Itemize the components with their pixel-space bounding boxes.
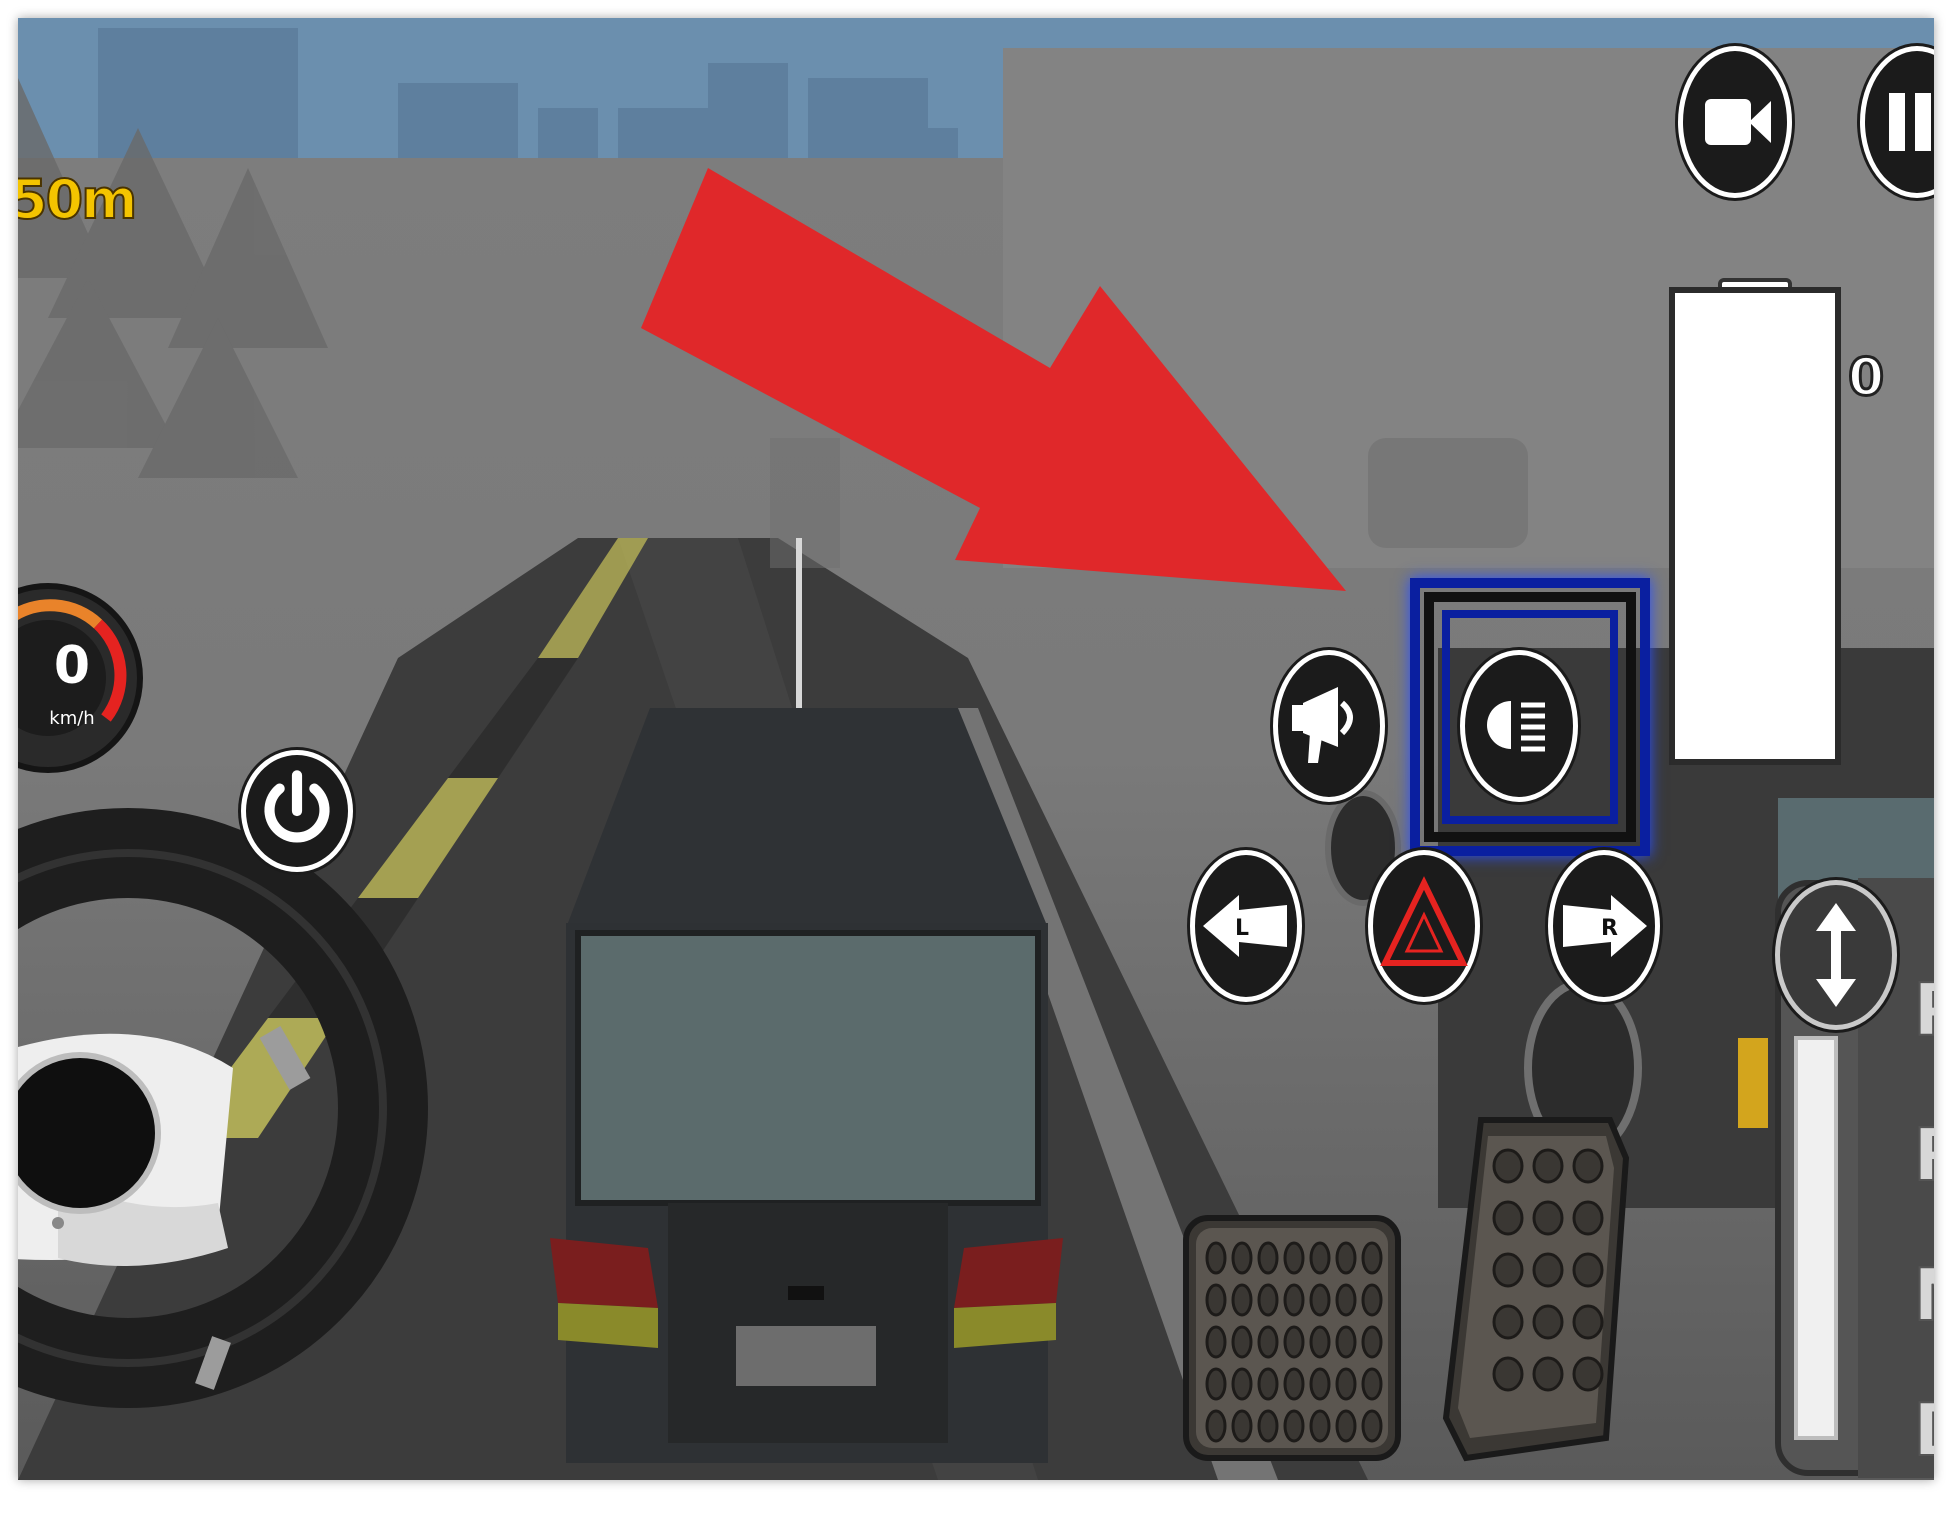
- camera-button[interactable]: [1678, 46, 1792, 198]
- camera-icon: [1705, 99, 1771, 145]
- pause-icon: [1889, 93, 1931, 151]
- hazard-triangle-icon: [1380, 876, 1468, 966]
- gear-d[interactable]: D: [1912, 1387, 1934, 1473]
- megaphone-icon: [1292, 687, 1353, 763]
- left-signal-button[interactable]: L: [1190, 850, 1302, 1002]
- fuel-value: 0: [1846, 347, 1885, 410]
- headlight-button[interactable]: [1460, 650, 1578, 802]
- pause-button[interactable]: [1860, 46, 1934, 198]
- svg-text:L: L: [1235, 916, 1249, 941]
- gas-pedal-button[interactable]: [1446, 1120, 1626, 1460]
- up-down-arrow-icon: [1816, 903, 1856, 1007]
- svg-text:R: R: [1601, 916, 1618, 941]
- game-viewport: 50m 0 km/h 0 L R: [18, 18, 1934, 1480]
- headlight-icon: [1487, 701, 1545, 752]
- horn-button[interactable]: [1273, 650, 1385, 802]
- gear-n[interactable]: N: [1912, 1252, 1934, 1338]
- right-signal-button[interactable]: R: [1548, 850, 1660, 1002]
- gear-shift-knob[interactable]: [1775, 880, 1897, 1030]
- hazard-button[interactable]: [1368, 850, 1480, 1002]
- brake-pedal-button[interactable]: [1186, 1218, 1398, 1458]
- power-icon: [264, 770, 330, 843]
- speed-value: 0: [53, 636, 91, 696]
- gear-r[interactable]: R: [1912, 1112, 1934, 1198]
- speed-unit: km/h: [49, 708, 95, 729]
- right-arrow-icon: R: [1563, 895, 1647, 957]
- engine-power-button[interactable]: [241, 750, 353, 872]
- distance-readout: 50m: [18, 167, 138, 232]
- gear-p[interactable]: P: [1912, 967, 1934, 1053]
- left-arrow-icon: L: [1203, 895, 1287, 957]
